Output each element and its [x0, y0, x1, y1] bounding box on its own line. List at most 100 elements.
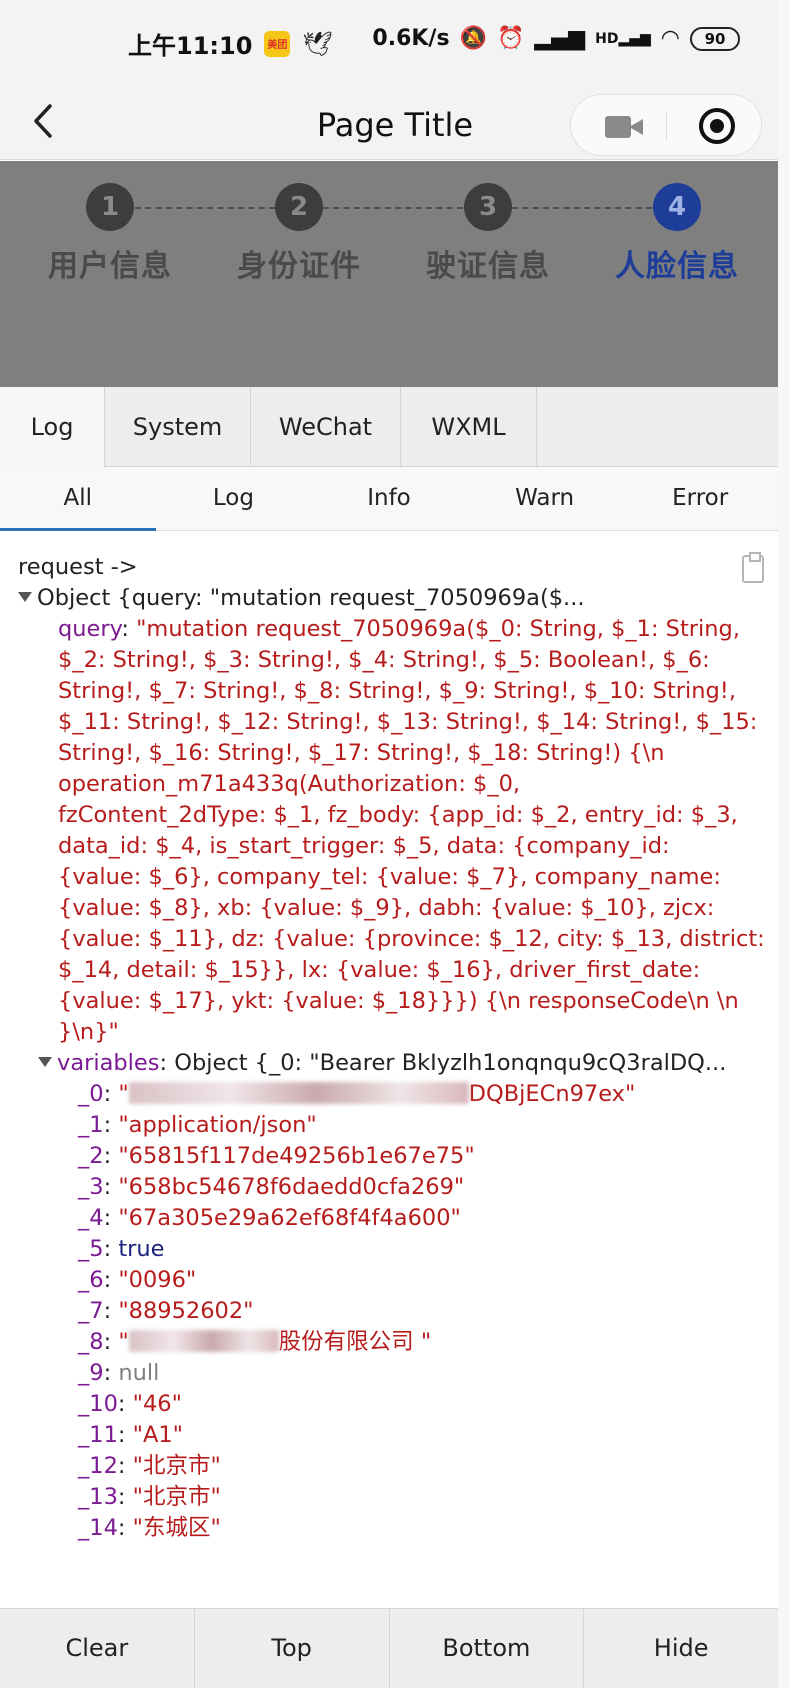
query-line: fzContent_2dType: $_1, fz_body: {app_id:…: [58, 799, 738, 832]
filter-error[interactable]: Error: [622, 467, 778, 531]
step-label: 身份证件: [237, 249, 361, 284]
hide-button[interactable]: Hide: [584, 1609, 778, 1688]
variable-value: "67a305e29a62ef68f4f4a600": [118, 1205, 461, 1231]
query-text: $_14, detail: $_15}}, lx: {value: $_16},…: [58, 957, 701, 983]
variable-value: "东城区": [132, 1515, 221, 1541]
variable-value: "0096": [118, 1267, 197, 1293]
variable-key: _0: [78, 1081, 104, 1107]
notification-bird-icon: 🕊: [302, 29, 333, 58]
query-text: $_2: String!, $_3: String!, $_4: String!…: [58, 647, 710, 673]
meituan-app-icon: 美团: [264, 30, 291, 57]
object-toggle[interactable]: Object {query: "mutation request_7050969…: [18, 582, 585, 615]
variable-row: _13: "北京市": [78, 1484, 221, 1510]
variable-key: _7: [78, 1298, 104, 1324]
tab-system[interactable]: System: [105, 387, 251, 467]
variable-key: _6: [78, 1267, 104, 1293]
mute-icon: 🔕: [459, 26, 487, 51]
filter-log[interactable]: Log: [156, 467, 312, 531]
variable-value: "658bc54678f6daedd0cfa269": [118, 1174, 465, 1200]
variable-row: _1: "application/json": [78, 1112, 317, 1138]
clear-button[interactable]: Clear: [0, 1609, 195, 1688]
query-text: }\n}": [58, 1019, 119, 1045]
variable-value: "北京市": [132, 1484, 221, 1510]
variable-key: _12: [78, 1453, 118, 1479]
capsule-divider: [666, 111, 667, 141]
query-line: operation_m71a433q(Authorization: $_0,: [58, 768, 520, 801]
step-1: 1 用户信息: [30, 183, 190, 285]
variable-row: _5: true: [78, 1236, 165, 1262]
filter-all[interactable]: All: [0, 467, 156, 531]
variable-value: "88952602": [118, 1298, 254, 1324]
variable-row: _6: "0096": [78, 1267, 197, 1293]
query-line: String!, $_16: String!, $_17: String!, $…: [58, 737, 664, 770]
variables-toggle[interactable]: variables: Object {_0: "Bearer BkIyzlh1o…: [38, 1047, 726, 1080]
record-close-icon[interactable]: [699, 108, 735, 144]
step-number: 2: [275, 183, 323, 231]
console-toolbar: Clear Top Bottom Hide: [0, 1608, 778, 1688]
variable-row: _11: "A1": [78, 1422, 184, 1448]
query-text: {value: $_11}, dz: {value: {province: $_…: [58, 926, 765, 952]
log-filter-tabs: All Log Info Warn Error: [0, 467, 778, 531]
variable-key: _13: [78, 1484, 118, 1510]
video-camera-icon[interactable]: [605, 116, 643, 138]
query-text: {value: $_8}, xb: {value: $_9}, dabh: {v…: [58, 895, 715, 921]
step-number: 1: [86, 183, 134, 231]
step-number: 4: [653, 183, 701, 231]
tab-wechat[interactable]: WeChat: [251, 387, 401, 467]
log-header: request ->: [18, 554, 138, 580]
expand-triangle-icon: [18, 592, 32, 602]
variable-key: _1: [78, 1112, 104, 1138]
variable-value: "46": [132, 1391, 182, 1417]
variable-key: _8: [78, 1329, 104, 1355]
status-time: 上午11:10: [128, 32, 253, 60]
variable-value: 股份有限公司 ": [278, 1329, 432, 1355]
variable-key: _9: [78, 1360, 104, 1386]
query-line: $_14, detail: $_15}}, lx: {value: $_16},…: [58, 954, 700, 987]
variable-key: _10: [78, 1391, 118, 1417]
step-number: 3: [464, 183, 512, 231]
filter-warn[interactable]: Warn: [467, 467, 623, 531]
redacted-mask: [128, 1082, 469, 1104]
query-text: fzContent_2dType: $_1, fz_body: {app_id:…: [58, 802, 738, 828]
query-line: {value: $_8}, xb: {value: $_9}, dabh: {v…: [58, 892, 714, 925]
variables-key: variables: [57, 1050, 160, 1076]
bottom-button[interactable]: Bottom: [390, 1609, 585, 1688]
variable-key: _5: [78, 1236, 104, 1262]
tab-log[interactable]: Log: [0, 387, 105, 467]
variable-key: _14: [78, 1515, 118, 1541]
query-text: data_id: $_4, is_start_trigger: $_5, dat…: [58, 833, 670, 859]
query-line: $_2: String!, $_3: String!, $_4: String!…: [58, 644, 710, 677]
query-text: String!, $_16: String!, $_17: String!, $…: [58, 740, 665, 766]
variable-value: "65815f117de49256b1e67e75": [118, 1143, 475, 1169]
query-text: String!, $_7: String!, $_8: String!, $_9…: [58, 678, 736, 704]
variable-value: "application/json": [118, 1112, 317, 1138]
top-button[interactable]: Top: [195, 1609, 390, 1688]
wifi-icon: ◠: [660, 26, 680, 51]
step-label: 驶证信息: [426, 249, 550, 284]
tab-wxml[interactable]: WXML: [401, 387, 537, 467]
copy-icon[interactable]: [742, 552, 764, 583]
filter-info[interactable]: Info: [311, 467, 467, 531]
expand-triangle-icon: [38, 1057, 52, 1067]
vconsole-panel: Log System WeChat WXML All Log Info Warn…: [0, 387, 778, 1688]
variable-row: _9: null: [78, 1360, 160, 1386]
query-line: query: "mutation request_7050969a($_0: S…: [58, 616, 740, 642]
query-line: data_id: $_4, is_start_trigger: $_5, dat…: [58, 830, 670, 863]
variable-row: _7: "88952602": [78, 1298, 254, 1324]
network-speed: 0.6K/s: [372, 26, 450, 51]
query-key: query: [58, 616, 122, 642]
variable-row: _12: "北京市": [78, 1453, 221, 1479]
variable-key: _3: [78, 1174, 104, 1200]
progress-steps: 1 用户信息 2 身份证件 3 驶证信息 4 人脸信息: [0, 161, 778, 387]
variable-row: _3: "658bc54678f6daedd0cfa269": [78, 1174, 465, 1200]
step-label: 人脸信息: [615, 249, 739, 284]
step-label: 用户信息: [48, 249, 172, 284]
query-text: $_11: String!, $_12: String!, $_13: Stri…: [58, 709, 758, 735]
query-line: {value: $_17}, ykt: {value: $_18}}}) {\n…: [58, 985, 739, 1018]
alarm-icon: ⏰: [496, 26, 525, 51]
variable-row: _10: "46": [78, 1391, 182, 1417]
query-text: {value: $_17}, ykt: {value: $_18}}}) {\n…: [58, 988, 739, 1014]
variable-row: _4: "67a305e29a62ef68f4f4a600": [78, 1205, 461, 1231]
query-line: {value: $_6}, company_tel: {value: $_7},…: [58, 861, 721, 894]
variable-value: null: [118, 1360, 160, 1386]
